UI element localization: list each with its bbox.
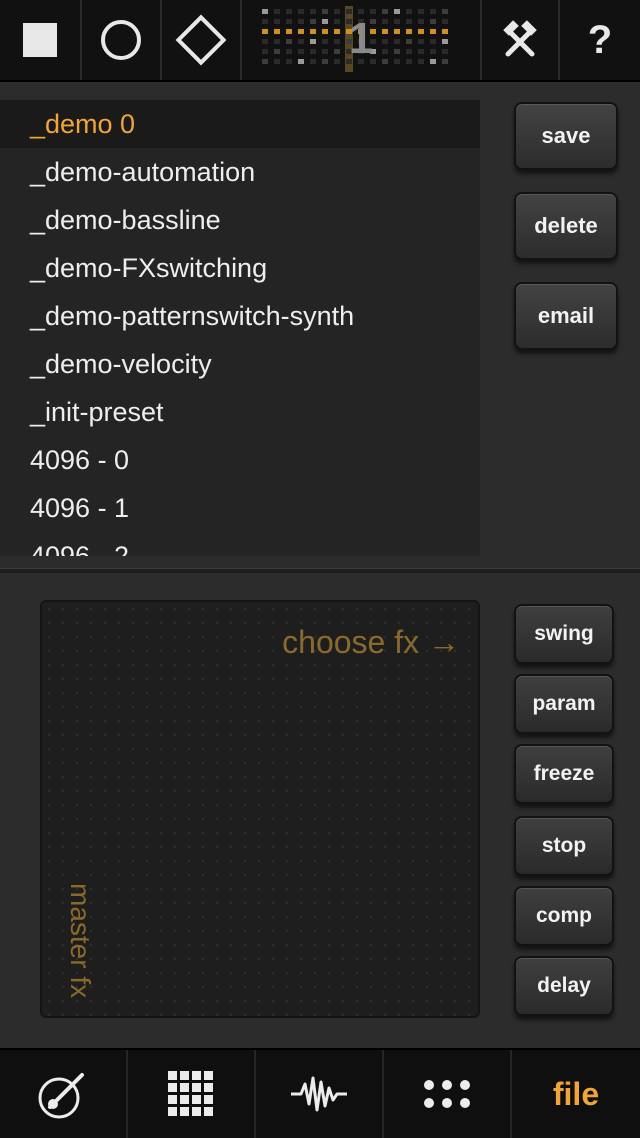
sequencer-display[interactable]: 1: [242, 0, 482, 80]
grid-icon-cell: [168, 1083, 177, 1092]
preset-item[interactable]: 4096 - 2: [0, 532, 480, 556]
diamond-button[interactable]: [162, 0, 242, 80]
preset-item[interactable]: _demo-automation: [0, 148, 480, 196]
preset-item[interactable]: _demo-FXswitching: [0, 244, 480, 292]
section-divider: [0, 568, 640, 573]
waveform-icon: [291, 1076, 347, 1112]
tab-file[interactable]: file: [512, 1050, 640, 1138]
email-button[interactable]: email: [514, 282, 618, 350]
stop-icon: [23, 23, 57, 57]
grid-icon-cell: [168, 1071, 177, 1080]
preset-item[interactable]: 4096 - 0: [0, 436, 480, 484]
diamond-icon: [175, 14, 227, 66]
master-fx-label: master fx: [65, 882, 96, 998]
fx-xy-pad[interactable]: choose fx → master fx: [40, 600, 480, 1018]
grid-icon-cell: [180, 1083, 189, 1092]
grid-icon-cell: [192, 1107, 201, 1116]
preset-list[interactable]: _demo 0 _demo-automation _demo-bassline …: [0, 100, 480, 556]
grid-icon-cell: [204, 1107, 213, 1116]
delete-button[interactable]: delete: [514, 192, 618, 260]
grid-icon-cell: [180, 1071, 189, 1080]
param-button[interactable]: param: [514, 674, 614, 734]
grid-icon-cell: [168, 1095, 177, 1104]
comp-button[interactable]: comp: [514, 886, 614, 946]
tab-grid[interactable]: [128, 1050, 256, 1138]
tools-button[interactable]: [482, 0, 560, 80]
grid-icon-cell: [180, 1095, 189, 1104]
tab-file-label: file: [552, 1075, 600, 1112]
save-button[interactable]: save: [514, 102, 618, 170]
preset-item[interactable]: 4096 - 1: [0, 484, 480, 532]
bottom-tab-bar: file: [0, 1048, 640, 1138]
preset-item[interactable]: _init-preset: [0, 388, 480, 436]
preset-item[interactable]: _demo 0: [0, 100, 480, 148]
tab-waveform[interactable]: [256, 1050, 384, 1138]
grid-icon-cell: [180, 1107, 189, 1116]
freeze-button[interactable]: freeze: [514, 744, 614, 804]
grid-icon-cell: [192, 1095, 201, 1104]
stop-button[interactable]: [0, 0, 82, 80]
draw-icon: [38, 1073, 84, 1119]
help-button[interactable]: ?: [560, 0, 640, 80]
record-button[interactable]: [82, 0, 162, 80]
tab-draw[interactable]: [0, 1050, 128, 1138]
help-icon: ?: [587, 17, 613, 62]
grid-icon-cell: [192, 1071, 201, 1080]
grid-icon-cell: [168, 1107, 177, 1116]
choose-fx-label: choose fx →: [282, 624, 460, 660]
dots-icon: [424, 1080, 470, 1108]
tab-pads[interactable]: [384, 1050, 512, 1138]
grid-icon-cell: [204, 1071, 213, 1080]
swing-button[interactable]: swing: [514, 604, 614, 664]
grid-icon-cell: [204, 1095, 213, 1104]
fx-stop-button[interactable]: stop: [514, 816, 614, 876]
tools-icon: [503, 20, 537, 57]
preset-item[interactable]: _demo-velocity: [0, 340, 480, 388]
top-toolbar: 1 ?: [0, 0, 640, 82]
preset-item[interactable]: _demo-patternswitch-synth: [0, 292, 480, 340]
sequencer-number: 1: [348, 14, 374, 63]
grid-icon-cell: [192, 1083, 201, 1092]
grid-icon-cell: [204, 1083, 213, 1092]
preset-item[interactable]: _demo-bassline: [0, 196, 480, 244]
record-icon: [101, 20, 141, 60]
delay-button[interactable]: delay: [514, 956, 614, 1016]
grid-icon: [168, 1071, 213, 1116]
